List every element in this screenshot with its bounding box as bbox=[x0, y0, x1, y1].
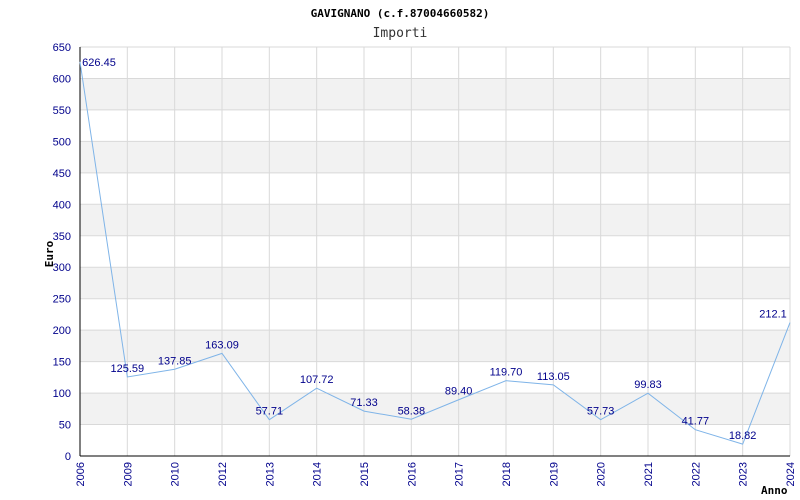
plot-band bbox=[80, 172, 790, 205]
plot-band bbox=[80, 141, 790, 173]
y-tick-label: 250 bbox=[53, 294, 71, 306]
y-tick-label: 100 bbox=[53, 388, 71, 400]
y-tick-label: 500 bbox=[53, 136, 71, 148]
x-tick-label: 2018 bbox=[501, 462, 513, 486]
data-label: 89.40 bbox=[445, 386, 473, 398]
y-tick-label: 0 bbox=[65, 451, 71, 463]
line-chart: 050100150200250300350400450500550600650 … bbox=[43, 7, 797, 497]
x-tick-label: 2015 bbox=[359, 462, 371, 486]
y-tick-label: 200 bbox=[53, 325, 71, 337]
data-label: 125.59 bbox=[111, 363, 145, 375]
plot-band bbox=[80, 235, 790, 268]
data-label: 99.83 bbox=[634, 379, 662, 391]
x-tick-label: 2014 bbox=[312, 462, 324, 486]
data-label: 163.09 bbox=[205, 339, 239, 351]
x-tick-label: 2023 bbox=[738, 462, 750, 486]
data-label: 71.33 bbox=[350, 397, 378, 409]
x-tick-label: 2009 bbox=[122, 462, 134, 486]
plot-band bbox=[80, 267, 790, 299]
y-tick-label: 50 bbox=[59, 420, 71, 432]
data-label: 107.72 bbox=[300, 374, 334, 386]
x-tick-label: 2016 bbox=[406, 462, 418, 486]
data-label: 58.38 bbox=[398, 405, 426, 417]
data-label: 119.70 bbox=[490, 367, 523, 379]
y-tick-label: 150 bbox=[53, 357, 71, 369]
data-label: 41.77 bbox=[682, 416, 710, 428]
data-label: 626.45 bbox=[82, 57, 116, 69]
x-tick-label: 2012 bbox=[217, 462, 229, 486]
plot-band bbox=[80, 78, 790, 110]
plot-band bbox=[80, 109, 790, 142]
x-tick-label: 2019 bbox=[548, 462, 560, 486]
plot-band bbox=[80, 298, 790, 331]
data-label: 57.71 bbox=[256, 406, 284, 418]
data-label: 57.73 bbox=[587, 406, 615, 418]
x-tick-label: 2017 bbox=[454, 462, 466, 486]
plot-background bbox=[80, 47, 790, 456]
y-tick-label: 600 bbox=[53, 73, 71, 85]
data-label: 212.1 bbox=[759, 309, 787, 321]
x-tick-label: 2021 bbox=[643, 462, 655, 486]
x-tick-label: 2010 bbox=[170, 462, 182, 486]
x-tick-label: 2024 bbox=[785, 462, 797, 486]
chart-subtitle: Importi bbox=[373, 26, 428, 41]
x-tick-label: 2020 bbox=[596, 462, 608, 486]
x-axis-label: Anno bbox=[761, 484, 788, 497]
data-label: 113.05 bbox=[537, 371, 570, 383]
chart-title: GAVIGNANO (c.f.87004660582) bbox=[311, 7, 490, 20]
plot-band bbox=[80, 204, 790, 236]
y-tick-label: 550 bbox=[53, 105, 71, 117]
plot-band bbox=[80, 47, 790, 79]
data-label: 18.82 bbox=[729, 430, 757, 442]
plot-band bbox=[80, 424, 790, 456]
x-tick-label: 2006 bbox=[75, 462, 87, 486]
y-axis-label: Euro bbox=[43, 240, 56, 267]
x-tick-label: 2013 bbox=[264, 462, 276, 486]
x-tick-labels: 2006 2009 2010 2012 2013 2014 2015 2016 2017 2018… bbox=[75, 462, 797, 486]
y-tick-label: 400 bbox=[53, 199, 71, 211]
y-tick-label: 450 bbox=[53, 168, 71, 180]
data-label: 137.85 bbox=[158, 355, 192, 367]
y-tick-label: 650 bbox=[53, 42, 71, 54]
x-tick-label: 2022 bbox=[690, 462, 702, 486]
